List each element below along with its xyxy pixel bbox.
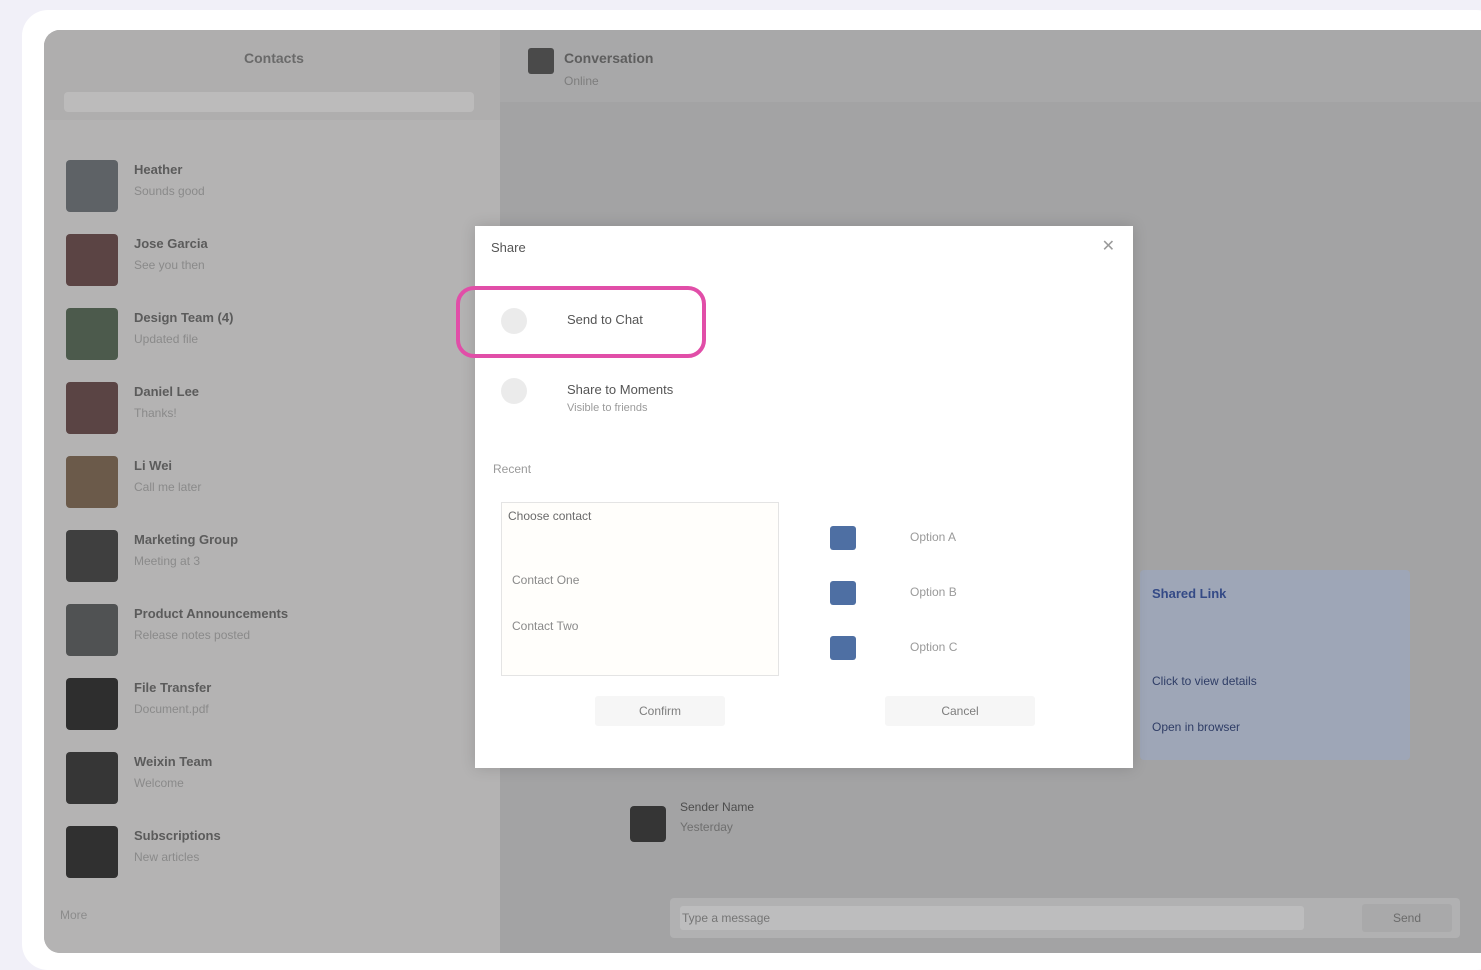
chat-name: Design Team (4) xyxy=(134,310,234,325)
chat-name: File Transfer xyxy=(134,680,212,695)
toggle-label: Option B xyxy=(910,585,957,599)
chat-name: Heather xyxy=(134,162,183,177)
toggle[interactable] xyxy=(830,526,856,550)
bubble-line: Click to view details xyxy=(1152,674,1257,688)
list-item[interactable]: Heather Sounds good xyxy=(44,150,500,224)
bubble-line: Open in browser xyxy=(1152,720,1241,734)
chat-snippet: Meeting at 3 xyxy=(134,554,201,568)
avatar xyxy=(66,752,118,804)
chat-name: Subscriptions xyxy=(134,828,221,843)
avatar[interactable] xyxy=(528,48,554,74)
option-share-to-moments[interactable]: Share to Moments Visible to friends xyxy=(501,366,801,418)
chat-snippet: Document.pdf xyxy=(134,702,209,716)
avatar xyxy=(66,826,118,878)
message-bubble[interactable]: Shared Link Click to view details Open i… xyxy=(1140,570,1410,760)
sidebar: Contacts Heather Sounds good Jose Garcia Se… xyxy=(44,30,500,953)
avatar xyxy=(66,234,118,286)
avatar[interactable] xyxy=(630,806,666,842)
chat-name: Daniel Lee xyxy=(134,384,200,399)
chat-snippet: Thanks! xyxy=(134,406,177,420)
chat-name: Li Wei xyxy=(134,458,173,473)
avatar xyxy=(66,530,118,582)
toggle-label: Option A xyxy=(910,530,957,544)
bubble-title: Shared Link xyxy=(1152,586,1227,601)
avatar xyxy=(66,308,118,360)
section-label: Recent xyxy=(493,462,532,476)
avatar xyxy=(66,382,118,434)
option-sub: Visible to friends xyxy=(567,402,648,414)
sidebar-header: Contacts xyxy=(44,30,500,120)
highlight-ring xyxy=(456,286,706,358)
list-item[interactable]: Contact Two xyxy=(512,619,578,643)
conversation-header: Conversation Online xyxy=(500,30,1481,102)
list-item[interactable]: Li Wei Call me later xyxy=(44,446,500,520)
avatar xyxy=(66,678,118,730)
cancel-button[interactable]: Cancel xyxy=(885,696,1035,726)
conversation-subtitle: Online xyxy=(564,74,599,88)
select-head: Choose contact xyxy=(508,509,592,523)
toggle[interactable] xyxy=(830,581,856,605)
chat-name: Marketing Group xyxy=(134,532,239,547)
list-item[interactable]: Daniel Lee Thanks! xyxy=(44,372,500,446)
list-item[interactable]: Weixin Team Welcome xyxy=(44,742,500,816)
option-label: Share to Moments xyxy=(567,382,674,397)
chat-name: Weixin Team xyxy=(134,754,213,769)
chat-snippet: Call me later xyxy=(134,480,202,494)
chat-snippet: Sounds good xyxy=(134,184,205,198)
conversation-title: Conversation xyxy=(564,50,654,66)
avatar xyxy=(66,456,118,508)
dialog-title: Share xyxy=(491,240,526,255)
list-item[interactable]: Jose Garcia See you then xyxy=(44,224,500,298)
chat-snippet: New articles xyxy=(134,850,200,864)
avatar xyxy=(66,604,118,656)
send-button[interactable]: Send xyxy=(1362,904,1452,932)
message-input-bar: Send xyxy=(670,898,1460,938)
toggle-label: Option C xyxy=(910,640,958,654)
close-icon[interactable]: ✕ xyxy=(1102,236,1115,256)
chat-name: Product Announcements xyxy=(134,606,289,621)
chat-name: Jose Garcia xyxy=(134,236,208,251)
chat-snippet: See you then xyxy=(134,258,205,272)
list-item[interactable]: Marketing Group Meeting at 3 xyxy=(44,520,500,594)
list-item[interactable]: Product Announcements Release notes poste… xyxy=(44,594,500,668)
sender-name: Sender Name xyxy=(680,800,755,814)
message-input[interactable] xyxy=(680,906,1304,930)
search-input[interactable] xyxy=(64,92,474,112)
confirm-button[interactable]: Confirm xyxy=(595,696,725,726)
chat-list: Heather Sounds good Jose Garcia See you the… xyxy=(44,150,500,890)
contact-select[interactable]: Choose contact Contact One Contact Two xyxy=(501,502,779,676)
sidebar-footer[interactable]: More xyxy=(60,908,87,922)
chat-snippet: Welcome xyxy=(134,776,184,790)
sidebar-title: Contacts xyxy=(244,50,304,66)
sender-timestamp: Yesterday xyxy=(680,820,733,834)
toggle[interactable] xyxy=(830,636,856,660)
chat-snippet: Release notes posted xyxy=(134,628,251,642)
list-item[interactable]: File Transfer Document.pdf xyxy=(44,668,500,742)
list-item[interactable]: Design Team (4) Updated file xyxy=(44,298,500,372)
list-item[interactable]: Contact One xyxy=(512,573,579,597)
app-window: Contacts Heather Sounds good Jose Garcia Se… xyxy=(44,30,1481,953)
chat-snippet: Updated file xyxy=(134,332,199,346)
moments-icon xyxy=(501,378,527,404)
avatar xyxy=(66,160,118,212)
list-item[interactable]: Subscriptions New articles xyxy=(44,816,500,890)
